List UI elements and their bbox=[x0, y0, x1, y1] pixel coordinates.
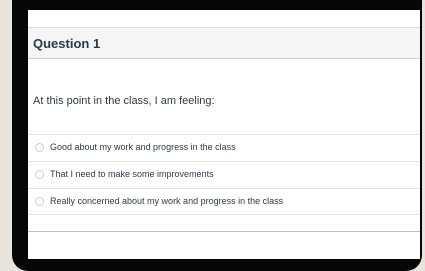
device-frame: Question 1 At this point in the class, I… bbox=[12, 0, 422, 271]
answer-label[interactable]: Really concerned about my work and progr… bbox=[50, 195, 283, 207]
radio-button[interactable] bbox=[35, 143, 44, 152]
answer-label[interactable]: Good about my work and progress in the c… bbox=[50, 141, 236, 153]
answer-label[interactable]: That I need to make some improvements bbox=[50, 168, 214, 180]
question-title: Question 1 bbox=[33, 36, 101, 51]
divider bbox=[28, 231, 420, 232]
radio-button[interactable] bbox=[35, 197, 44, 206]
question-header: Question 1 bbox=[28, 27, 420, 59]
question-prompt: At this point in the class, I am feeling… bbox=[33, 95, 215, 107]
answer-option[interactable]: Good about my work and progress in the c… bbox=[28, 134, 420, 161]
answer-list: Good about my work and progress in the c… bbox=[28, 134, 420, 215]
answer-option[interactable]: That I need to make some improvements bbox=[28, 161, 420, 188]
quiz-screen: Question 1 At this point in the class, I… bbox=[28, 10, 420, 259]
answer-option[interactable]: Really concerned about my work and progr… bbox=[28, 188, 420, 215]
radio-button[interactable] bbox=[35, 170, 44, 179]
